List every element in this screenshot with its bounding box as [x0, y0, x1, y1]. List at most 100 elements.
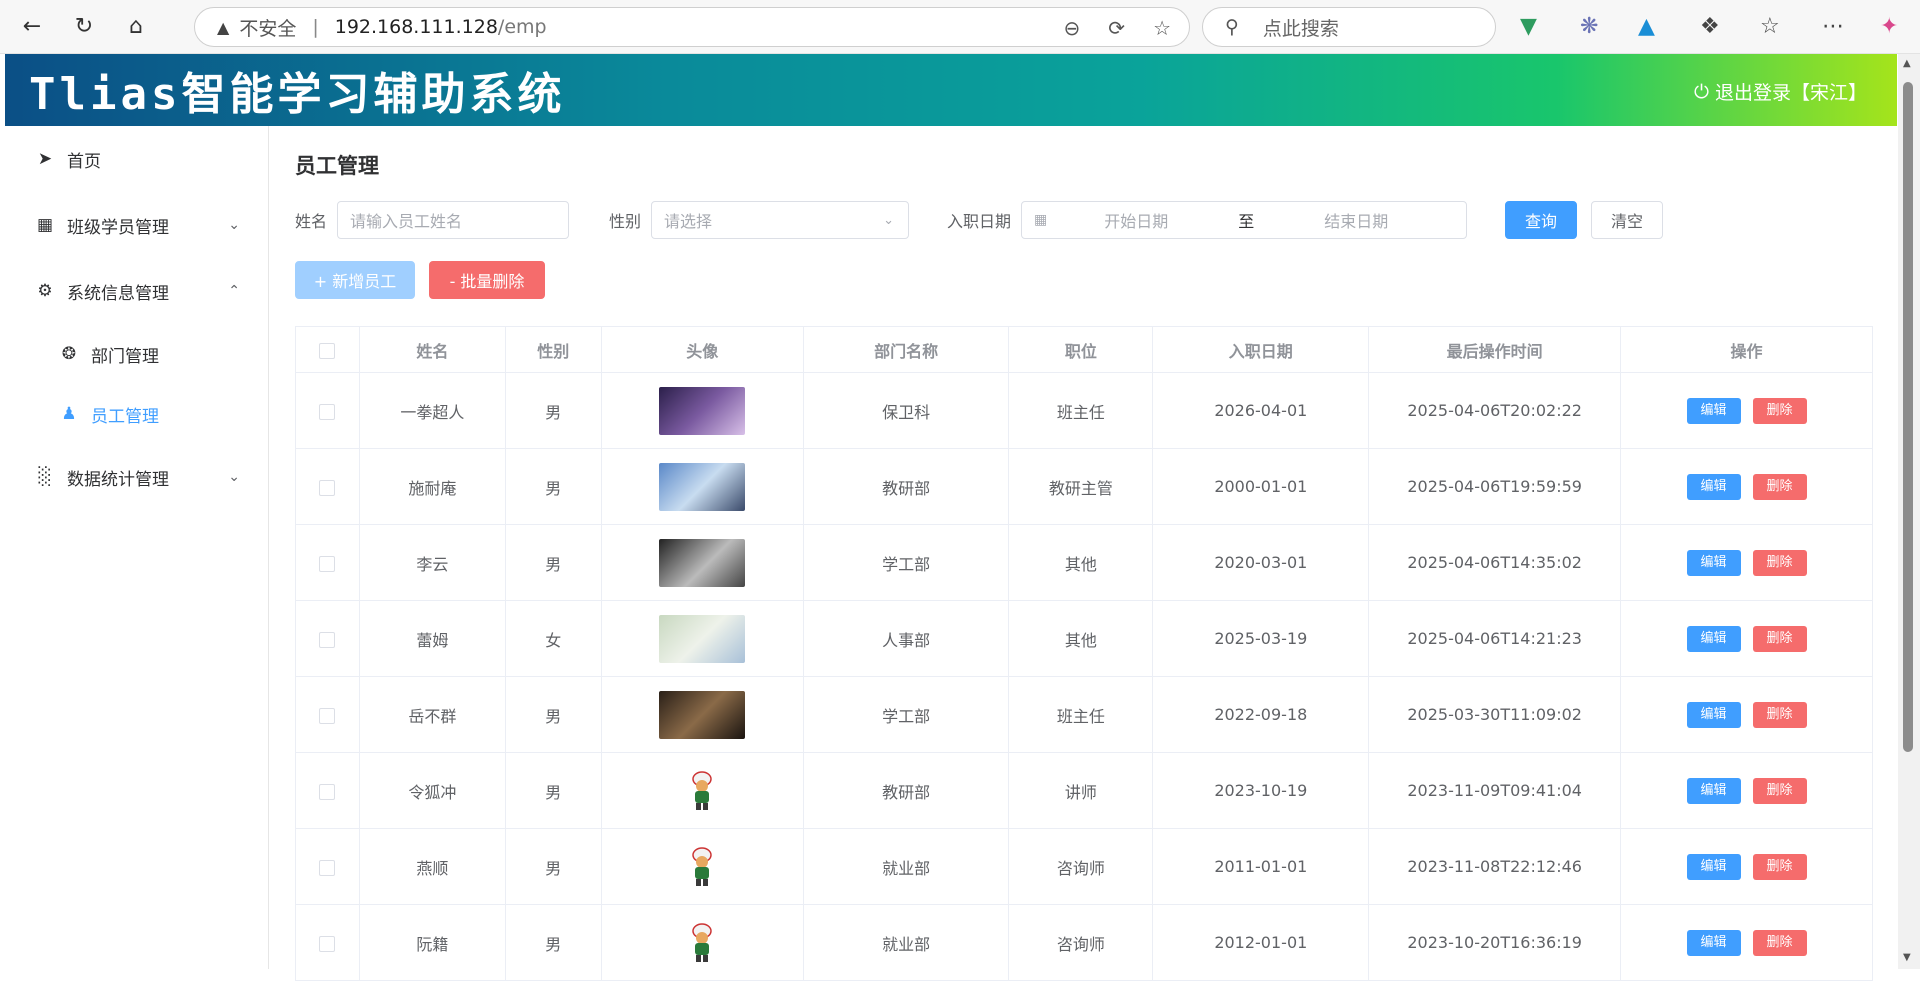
- sidebar-item-system-management[interactable]: ⚙ 系统信息管理 ⌃: [5, 258, 268, 324]
- row-checkbox[interactable]: [319, 403, 336, 420]
- row-checkbox[interactable]: [319, 631, 336, 648]
- edit-button[interactable]: 编辑: [1686, 473, 1741, 500]
- sidebar-item-label: 部门管理: [91, 346, 159, 367]
- row-checkbox[interactable]: [319, 783, 336, 800]
- sidebar-item-label: 首页: [67, 151, 101, 172]
- edit-button[interactable]: 编辑: [1686, 701, 1741, 728]
- employee-job: 班主任: [1008, 372, 1154, 449]
- employee-gender: 男: [504, 372, 602, 449]
- avatar-cell: [600, 676, 804, 753]
- logout-link[interactable]: ⏻ 退出登录【宋江】: [1694, 78, 1867, 105]
- employee-gender: 男: [504, 904, 602, 981]
- calendar-icon: ▦: [1034, 212, 1048, 228]
- star-icon[interactable]: ☆: [1153, 16, 1171, 40]
- favorites-icon[interactable]: ☆: [1760, 14, 1780, 39]
- sidebar-item-class-management[interactable]: ▦ 班级学员管理 ⌄: [5, 192, 268, 258]
- vue-devtools-icon[interactable]: ▼: [1520, 14, 1537, 39]
- batch-delete-button[interactable]: - 批量删除: [429, 261, 545, 299]
- select-all-checkbox[interactable]: [319, 342, 336, 359]
- avatar: [659, 614, 746, 663]
- row-checkbox[interactable]: [319, 859, 336, 876]
- scroll-thumb[interactable]: [1903, 82, 1913, 752]
- copilot-icon[interactable]: ✦: [1880, 14, 1898, 39]
- delete-button[interactable]: 删除: [1752, 853, 1807, 880]
- refresh-icon[interactable]: ↻: [64, 7, 104, 47]
- back-icon[interactable]: ←: [12, 7, 52, 47]
- column-header[interactable]: 部门名称: [802, 326, 1010, 373]
- scroll-up-icon[interactable]: ▲: [1903, 58, 1911, 69]
- row-checkbox[interactable]: [319, 935, 336, 952]
- user-icon: ♟: [61, 404, 77, 424]
- column-header[interactable]: 最后操作时间: [1368, 326, 1622, 373]
- edit-button[interactable]: 编辑: [1686, 929, 1741, 956]
- translate-icon[interactable]: ⟳: [1108, 16, 1125, 40]
- delete-button[interactable]: 删除: [1752, 625, 1807, 652]
- warning-icon: ▲: [217, 17, 230, 37]
- table-row: 李云男学工部 其他 2020-03-01 2025-04-06T14:35:02 编辑删…: [295, 524, 1873, 601]
- sidebar-item-statistics[interactable]: ░ 数据统计管理 ⌄: [5, 444, 268, 510]
- row-select-cell: [295, 600, 360, 677]
- delete-button[interactable]: 删除: [1752, 473, 1807, 500]
- column-header[interactable]: 入职日期: [1152, 326, 1370, 373]
- entry-date-range[interactable]: ▦ 开始日期 至 结束日期: [1021, 201, 1468, 239]
- employee-dept: 保卫科: [802, 372, 1010, 449]
- employee-job: 教研主管: [1008, 448, 1154, 525]
- delete-button[interactable]: 删除: [1752, 701, 1807, 728]
- sidebar-item-label: 班级学员管理: [67, 217, 169, 238]
- add-employee-button[interactable]: + 新增员工: [295, 261, 415, 299]
- avatar: [659, 538, 746, 587]
- employee-gender: 女: [504, 600, 602, 677]
- chevron-up-icon: ⌃: [228, 283, 240, 299]
- edit-button[interactable]: 编辑: [1686, 777, 1741, 804]
- browser-search-box[interactable]: ⚲ 点此搜索: [1202, 7, 1496, 47]
- delete-button[interactable]: 删除: [1752, 397, 1807, 424]
- name-input[interactable]: 请输入员工姓名: [337, 201, 570, 239]
- page-scrollbar[interactable]: ▲ ▼: [1898, 54, 1920, 969]
- edit-button[interactable]: 编辑: [1686, 549, 1741, 576]
- row-checkbox[interactable]: [319, 555, 336, 572]
- sidebar-item-employee[interactable]: ♟ 员工管理: [5, 384, 268, 444]
- end-date-placeholder[interactable]: 结束日期: [1281, 208, 1431, 232]
- scroll-down-icon[interactable]: ▼: [1903, 952, 1911, 963]
- column-header[interactable]: 操作: [1620, 326, 1873, 373]
- column-header[interactable]: 性别: [504, 326, 602, 373]
- clear-button[interactable]: 清空: [1591, 201, 1664, 239]
- delete-button[interactable]: 删除: [1752, 549, 1807, 576]
- sidebar-item-home[interactable]: ➤ 首页: [5, 126, 268, 192]
- sidebar-item-department[interactable]: ❂ 部门管理: [5, 324, 268, 384]
- row-select-cell: [295, 904, 360, 981]
- zoom-out-icon[interactable]: ⊖: [1064, 16, 1081, 40]
- row-checkbox[interactable]: [319, 707, 336, 724]
- edit-button[interactable]: 编辑: [1686, 625, 1741, 652]
- address-separator: |: [312, 16, 319, 38]
- address-bar[interactable]: ▲ 不安全 | 192.168.111.128/emp ⊖ ⟳ ☆: [194, 7, 1190, 47]
- puzzle-icon[interactable]: ❖: [1700, 14, 1720, 39]
- extension-cat-icon[interactable]: ▲: [1638, 14, 1655, 39]
- employee-update-time: 2023-11-08T22:12:46: [1368, 828, 1622, 905]
- row-checkbox[interactable]: [319, 479, 336, 496]
- edit-button[interactable]: 编辑: [1686, 853, 1741, 880]
- delete-button[interactable]: 删除: [1752, 777, 1807, 804]
- employee-entry-date: 2012-01-01: [1152, 904, 1370, 981]
- extension-icon[interactable]: ❋: [1580, 14, 1598, 39]
- more-icon[interactable]: ⋯: [1822, 14, 1844, 39]
- gender-select[interactable]: 请选择 ⌄: [651, 201, 910, 239]
- home-icon[interactable]: ⌂: [116, 7, 156, 47]
- edit-button[interactable]: 编辑: [1686, 397, 1741, 424]
- column-header[interactable]: 姓名: [358, 326, 506, 373]
- row-select-cell: [295, 828, 360, 905]
- row-select-cell: [295, 676, 360, 753]
- start-date-placeholder[interactable]: 开始日期: [1061, 208, 1211, 232]
- name-label: 姓名: [295, 212, 328, 231]
- delete-button[interactable]: 删除: [1752, 929, 1807, 956]
- employee-update-time: 2025-04-06T19:59:59: [1368, 448, 1622, 525]
- row-select-cell: [295, 372, 360, 449]
- row-select-cell: [295, 524, 360, 601]
- employee-gender: 男: [504, 524, 602, 601]
- search-icon: ⚲: [1225, 16, 1239, 38]
- column-header[interactable]: 职位: [1008, 326, 1154, 373]
- employee-name: 令狐冲: [358, 752, 506, 829]
- row-actions: 编辑 删除: [1620, 600, 1873, 677]
- column-header[interactable]: 头像: [600, 326, 804, 373]
- query-button[interactable]: 查询: [1505, 201, 1578, 239]
